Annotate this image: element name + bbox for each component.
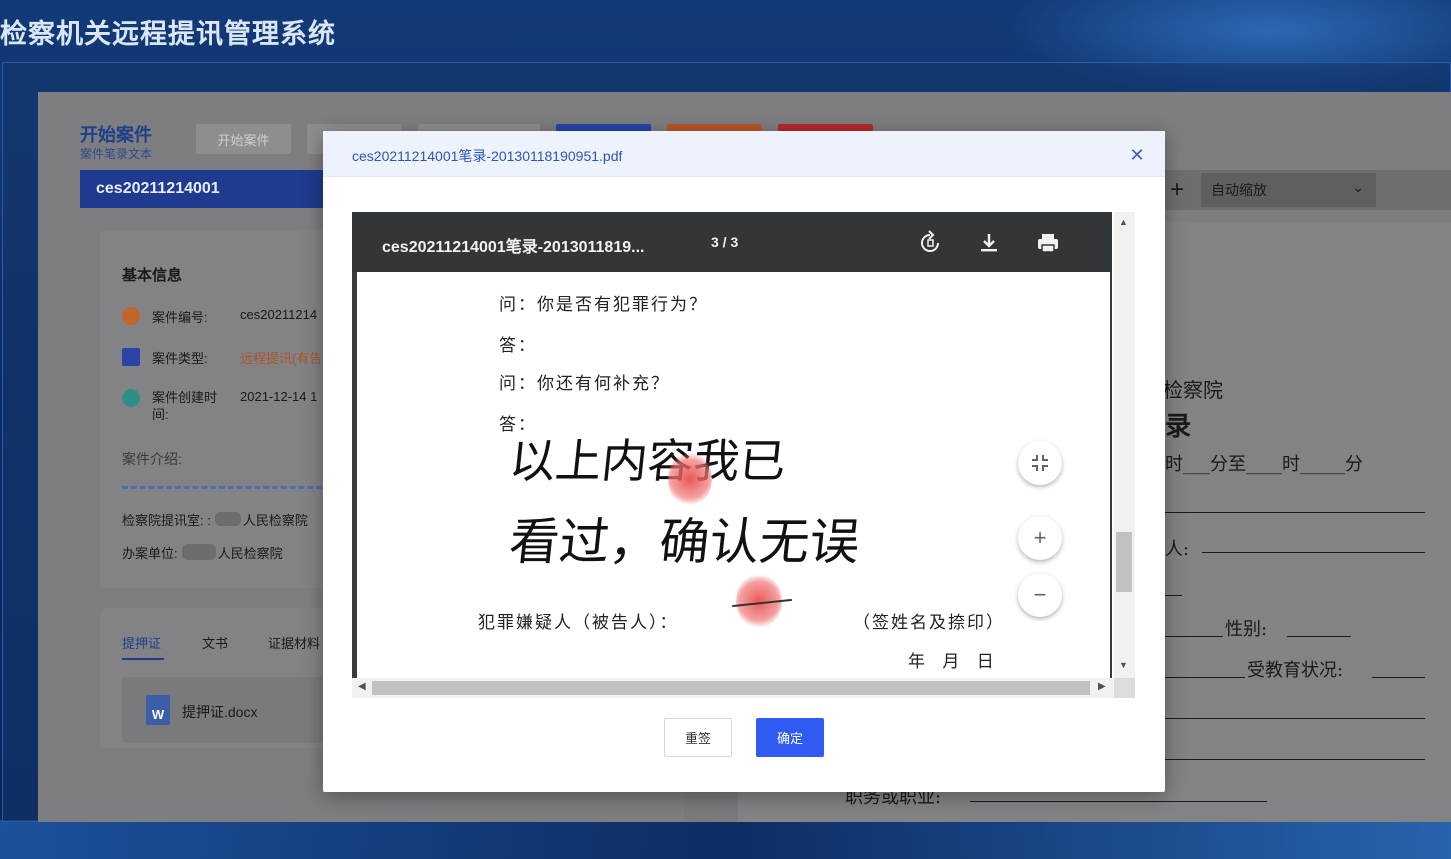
doc-underline: [1165, 636, 1223, 637]
doc-underline: [1372, 677, 1425, 678]
scroll-right-icon[interactable]: ▶: [1098, 681, 1106, 692]
doc-underline: [1165, 677, 1245, 678]
zoom-select-value: 自动缩放: [1211, 182, 1267, 198]
pdf-page-edge: [1110, 272, 1112, 678]
zoom-select[interactable]: 自动缩放 ⌄: [1201, 173, 1376, 207]
scrollbar-thumb[interactable]: [372, 681, 1090, 695]
blurred-region: [181, 544, 216, 560]
case-number-label: 案件编号:: [152, 310, 208, 325]
doc-court-text: 检察院: [1163, 378, 1223, 402]
room-label: 检察院提讯室: :: [122, 513, 211, 528]
unit-value: 人民检察院: [217, 546, 283, 561]
case-intro-label: 案件介绍:: [122, 451, 182, 467]
case-number-row: 案件编号: ces20211214: [122, 307, 317, 326]
page-subtitle: 案件笔录文本: [80, 147, 153, 161]
divider-strip: [684, 792, 738, 822]
fingerprint-mark: [668, 452, 712, 506]
download-icon[interactable]: [974, 228, 1004, 258]
case-type-value: 远程提讯(有告: [240, 351, 323, 366]
doc-underline: [1165, 759, 1425, 760]
tab-evidence[interactable]: 证据材料: [268, 633, 320, 652]
dialog-header: ces20211214001笔录-20130118190951.pdf ✕: [323, 131, 1165, 177]
handwriting-line-2: 看过，确认无误: [506, 513, 863, 571]
clock-icon: [122, 389, 140, 407]
unit-row: 办案单位: 人民检察院: [122, 543, 283, 562]
answer-1: 答：: [499, 336, 537, 356]
app-title: 检察机关远程提讯管理系统: [0, 19, 336, 49]
close-icon[interactable]: ✕: [1129, 146, 1145, 164]
fit-page-icon[interactable]: [1018, 441, 1062, 485]
case-created-label: 案件创建时间:: [152, 390, 218, 422]
list-icon: [122, 307, 140, 325]
sign-note: （签姓名及捺印）: [853, 613, 1005, 633]
doc-education-label: 受教育状况:: [1247, 660, 1344, 681]
doc-underline: [1165, 718, 1425, 719]
chevron-down-icon: ⌄: [1352, 179, 1364, 195]
print-icon[interactable]: [1033, 228, 1063, 258]
file-name[interactable]: 提押证.docx: [182, 702, 257, 722]
question-1: 问：你是否有犯罪行为？: [499, 295, 708, 315]
room-row: 检察院提讯室: : 人民检察院: [122, 510, 308, 529]
active-tab-indicator: [122, 658, 164, 660]
scroll-left-icon[interactable]: ◀: [358, 681, 366, 692]
doc-underline: [1287, 636, 1351, 637]
doc-time-line: 时___分至____时_____分: [1165, 454, 1363, 475]
word-doc-icon: W: [146, 695, 170, 725]
case-id-bar: ces20211214001: [80, 170, 330, 208]
zoom-in-icon[interactable]: +: [1170, 176, 1184, 204]
doc-underline: [1165, 512, 1425, 513]
start-case-button[interactable]: 开始案件: [196, 124, 291, 154]
zoom-in-icon[interactable]: +: [1018, 516, 1062, 560]
page-title: 开始案件: [80, 125, 152, 145]
case-type-label: 案件类型:: [152, 351, 208, 366]
scrollbar-thumb[interactable]: [1116, 532, 1132, 592]
resign-button[interactable]: 重签: [664, 718, 732, 757]
scroll-down-icon[interactable]: ▼: [1119, 660, 1128, 670]
unit-label: 办案单位:: [122, 546, 178, 561]
pdf-page-indicator: 3 / 3: [711, 234, 739, 250]
doc-underline: [970, 801, 1267, 802]
confirm-button[interactable]: 确定: [756, 718, 824, 757]
background-footer-glow: [0, 820, 1451, 859]
doc-person-label: 人:: [1165, 539, 1190, 560]
tab-detention-certificate[interactable]: 提押证: [122, 633, 161, 652]
doc-underline: [1165, 595, 1182, 596]
case-created-value: 2021-12-14 1: [240, 389, 318, 404]
date-line: 年 月 日: [908, 652, 1000, 672]
scroll-up-icon[interactable]: ▲: [1119, 217, 1128, 227]
scrollbar-corner: [1114, 678, 1135, 698]
case-type-row: 案件类型: 远程提讯(有告: [122, 348, 322, 367]
info-section-title: 基本信息: [122, 267, 183, 284]
dialog-title: ces20211214001笔录-20130118190951.pdf: [352, 148, 623, 164]
horizontal-scrollbar[interactable]: ◀ ▶: [352, 678, 1114, 698]
case-created-row: 案件创建时间: 2021-12-14 1: [122, 389, 317, 423]
dashed-divider: [122, 486, 322, 489]
zoom-out-icon[interactable]: −: [1018, 573, 1062, 617]
doc-gender-label: 性别:: [1225, 619, 1268, 640]
badge-icon: [122, 348, 140, 366]
rotate-icon[interactable]: [915, 228, 945, 258]
suspect-label: 犯罪嫌疑人（被告人）：: [478, 613, 679, 633]
tab-documents[interactable]: 文书: [202, 633, 228, 652]
room-value: 人民检察院: [242, 513, 308, 528]
doc-record-heading: 录: [1165, 412, 1192, 442]
handwriting-line-1: 以上内容我已: [506, 434, 789, 488]
blurred-region: [214, 512, 241, 526]
vertical-scrollbar[interactable]: ▲ ▼: [1114, 212, 1135, 678]
question-2: 问：你还有何补充？: [499, 374, 670, 394]
pdf-file-title: ces20211214001笔录-2013011819...: [382, 239, 645, 256]
doc-underline: [1202, 552, 1425, 553]
case-number-value: ces20211214: [240, 307, 318, 322]
